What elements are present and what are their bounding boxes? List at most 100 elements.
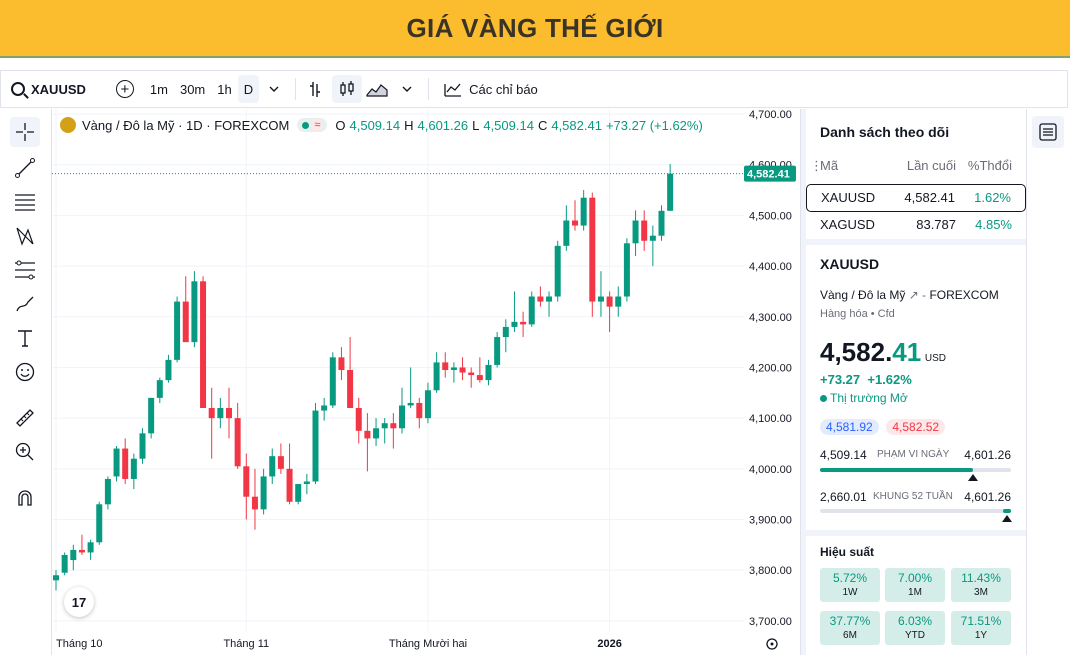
candle-body (269, 456, 276, 477)
interval-dropdown-chevron-icon[interactable] (259, 75, 289, 103)
brush-icon[interactable] (10, 289, 40, 319)
candle-body (468, 372, 475, 376)
bar-chart-type-icon[interactable] (302, 75, 332, 103)
gold-symbol-icon (60, 117, 76, 133)
trend-line-icon[interactable] (10, 153, 40, 183)
compare-add-icon[interactable]: + (115, 80, 134, 98)
row-change: 4.85% (975, 217, 1012, 232)
day-range-marker-icon (967, 474, 978, 481)
x-tick-label: Tháng 10 (56, 638, 102, 650)
candle-body (433, 362, 440, 391)
watchlist-toggle-icon[interactable] (1032, 116, 1064, 148)
price-dec: 41 (892, 337, 922, 367)
candle-body (191, 281, 198, 343)
external-link-icon[interactable]: ↗ (909, 288, 919, 302)
interval-d[interactable]: D (237, 75, 260, 103)
candle-body (156, 380, 163, 398)
week52-current-segment (1003, 509, 1011, 513)
chart-type-dropdown-chevron-icon[interactable] (392, 75, 422, 103)
row-last: 83.787 (916, 217, 956, 232)
candle-chart-type-icon[interactable] (332, 75, 363, 103)
candle-body (329, 357, 336, 406)
week52-marker-icon (1002, 515, 1013, 522)
magnet-icon[interactable] (10, 483, 40, 513)
candle-body (321, 405, 328, 411)
candlestick-chart[interactable]: 3,700.00 3,800.00 3,900.00 4,000.00 4,100.00… (52, 109, 800, 655)
price-chart[interactable]: 3,700.00 3,800.00 3,900.00 4,000.00 4,100.00… (52, 109, 800, 655)
interval-1m[interactable]: 1m (144, 75, 174, 103)
candle-body (502, 326, 509, 338)
candle-body (615, 296, 622, 307)
watchlist-row-xauusd[interactable]: XAUUSD 4,582.41 1.62% (806, 184, 1026, 212)
price-int: 4,582. (820, 337, 893, 367)
watchlist-panel: Danh sách theo dõi ⋮ Mã Lần cuối %Thđổi … (806, 109, 1026, 655)
perf-1y[interactable]: 71.51% 1Y (951, 611, 1011, 645)
week52-bar (820, 509, 1011, 513)
watchlist-title: Danh sách theo dõi (820, 124, 950, 140)
tradingview-logo[interactable]: 17 (64, 587, 94, 617)
candle-body (623, 243, 630, 297)
y-tick-label: 4,000.00 (749, 464, 792, 476)
detail-price: 4,582.41 USD (820, 337, 946, 368)
day-low: 4,509.14 (820, 448, 867, 462)
symbol-search[interactable]: XAUUSD (1, 71, 96, 107)
detail-change: +73.27 +1.62% (820, 372, 912, 387)
col-symbol[interactable]: Mã (820, 158, 838, 173)
interval-1h[interactable]: 1h (211, 75, 237, 103)
candle-body (312, 410, 319, 482)
candle-body (511, 321, 518, 327)
banner-title: GIÁ VÀNG THẾ GIỚI (406, 12, 664, 43)
interval-30m[interactable]: 30m (174, 75, 211, 103)
candle-body (520, 321, 527, 325)
pattern-tool-icon[interactable] (10, 221, 40, 251)
search-icon (11, 82, 25, 96)
perf-6m[interactable]: 37.77% 6M (820, 611, 880, 645)
x-tick-label: 2026 (597, 638, 621, 650)
candle-body (442, 362, 449, 370)
area-chart-type-icon[interactable] (362, 75, 392, 103)
col-last[interactable]: Lần cuối (907, 158, 956, 173)
candle-body (658, 210, 665, 236)
fib-tool-icon[interactable] (10, 255, 40, 285)
candle-body (338, 357, 345, 370)
y-tick-label: 4,500.00 (749, 210, 792, 222)
crosshair-icon[interactable] (10, 117, 40, 147)
candle-body (606, 296, 613, 307)
emoji-icon[interactable] (10, 357, 40, 387)
candle-body (243, 466, 250, 497)
perf-ytd[interactable]: 6.03% YTD (885, 611, 945, 645)
perf-value: 5.72% (832, 571, 868, 585)
perf-value: 6.03% (897, 614, 933, 628)
zoom-in-icon[interactable] (10, 437, 40, 467)
legend-high: 4,601.26 (417, 117, 469, 133)
indicators-icon (444, 83, 462, 97)
price-currency: USD (924, 353, 946, 364)
indicators-button[interactable]: Các chỉ báo (435, 80, 546, 98)
watchlist-row-xagusd[interactable]: XAGUSD 83.787 4.85% (806, 212, 1026, 239)
perf-3m[interactable]: 11.43% 3M (951, 568, 1011, 602)
y-tick-label: 4,300.00 (749, 312, 792, 324)
candle-body (286, 468, 293, 502)
candle-body (139, 433, 146, 459)
candle-body (537, 296, 544, 302)
perf-label: 3M (974, 587, 988, 598)
ruler-icon[interactable] (10, 403, 40, 433)
panel-divider (806, 239, 1026, 245)
candle-body (546, 296, 553, 302)
detail-name[interactable]: Vàng / Đô la Mỹ (820, 288, 905, 302)
perf-1w[interactable]: 5.72% 1W (820, 568, 880, 602)
perf-1m[interactable]: 7.00% 1M (885, 568, 945, 602)
candle-body (373, 428, 380, 439)
perf-value: 11.43% (961, 571, 1001, 585)
x-tick-label: Tháng Mười hai (389, 638, 467, 650)
market-open-dot-icon (820, 395, 827, 402)
horizontal-lines-icon[interactable] (10, 187, 40, 217)
candle-body (87, 542, 94, 553)
market-status-badge: ≈ (297, 118, 328, 132)
chart-legend: Vàng / Đô la Mỹ · 1D · FOREXCOM ≈ O 4,509… (60, 117, 703, 133)
candle-body (200, 281, 207, 409)
week52-labels: 2,660.01 KHUNG 52 TUẦN 4,601.26 (820, 490, 1011, 504)
text-tool-icon[interactable] (10, 323, 40, 353)
y-tick-label: 3,900.00 (749, 515, 792, 527)
col-change[interactable]: %Thđổi (968, 158, 1012, 173)
